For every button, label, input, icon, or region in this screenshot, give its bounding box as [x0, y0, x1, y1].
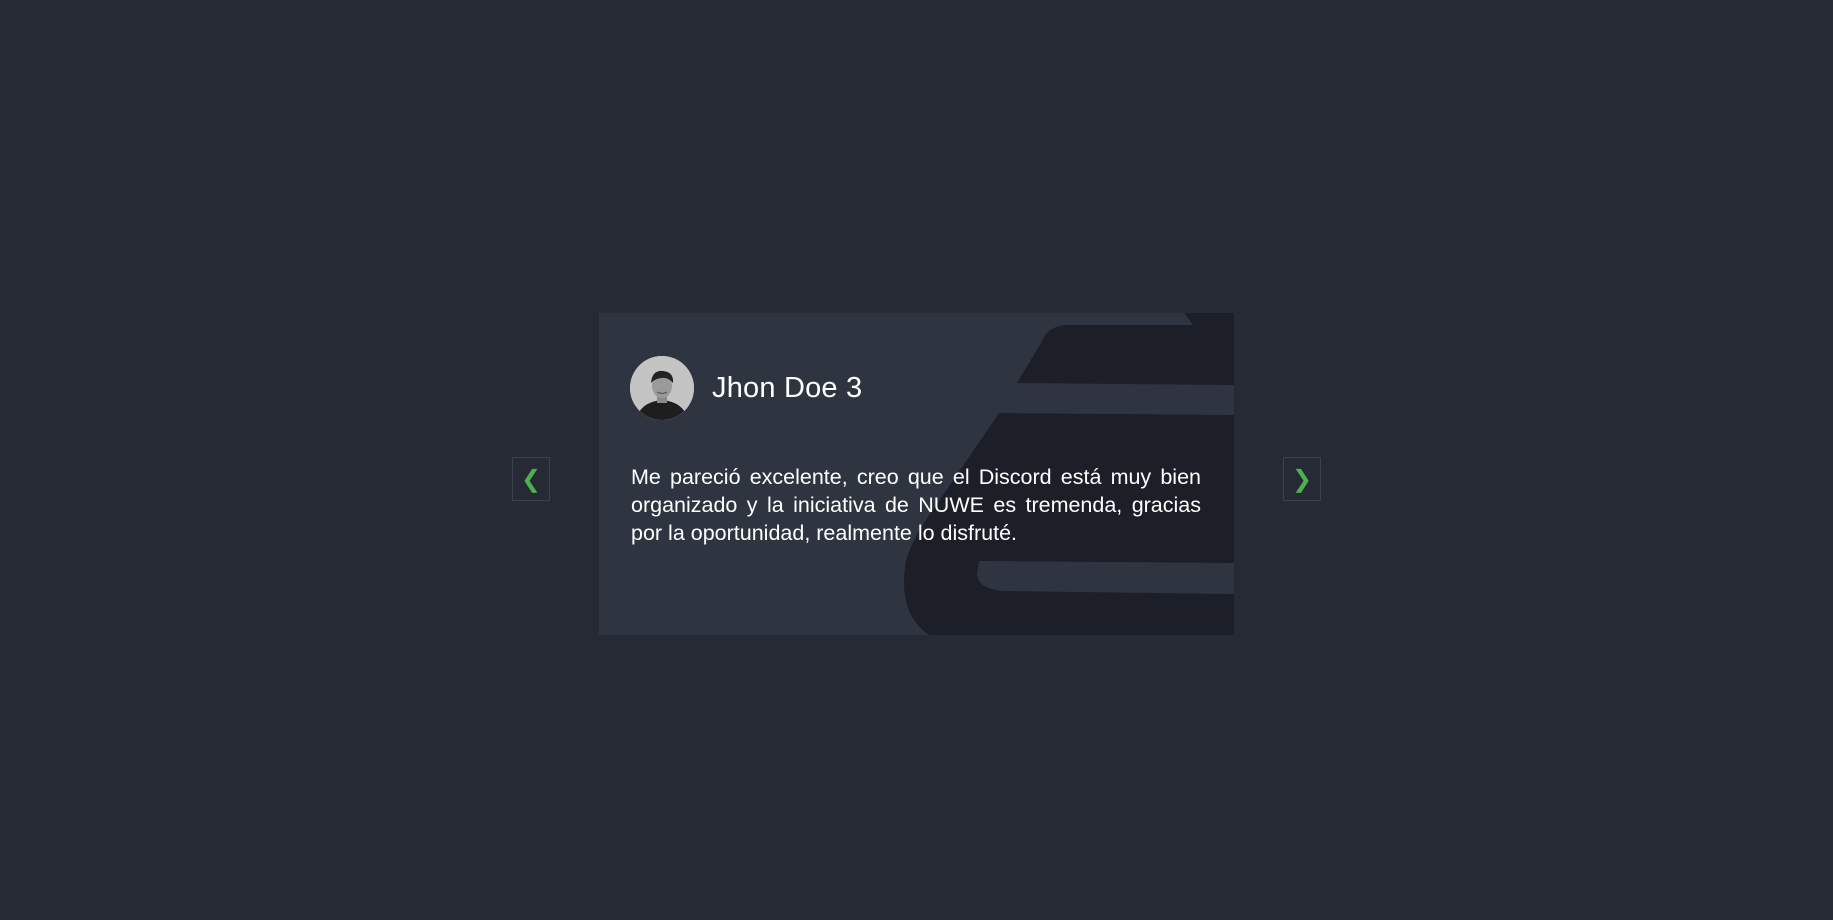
testimonial-header: Jhon Doe 3: [630, 356, 862, 420]
testimonial-card: Jhon Doe 3 Me pareció excelente, creo qu…: [599, 313, 1234, 635]
person-photo-icon: [630, 356, 694, 420]
chevron-right-icon: ❯: [1291, 465, 1313, 493]
testimonial-text: Me pareció excelente, creo que el Discor…: [631, 465, 1201, 545]
previous-testimonial-button[interactable]: ❮: [512, 457, 550, 501]
testimonial-author-name: Jhon Doe 3: [712, 371, 863, 404]
avatar: [630, 356, 694, 420]
next-testimonial-button[interactable]: ❯: [1283, 457, 1321, 501]
chevron-left-icon: ❮: [520, 465, 542, 493]
